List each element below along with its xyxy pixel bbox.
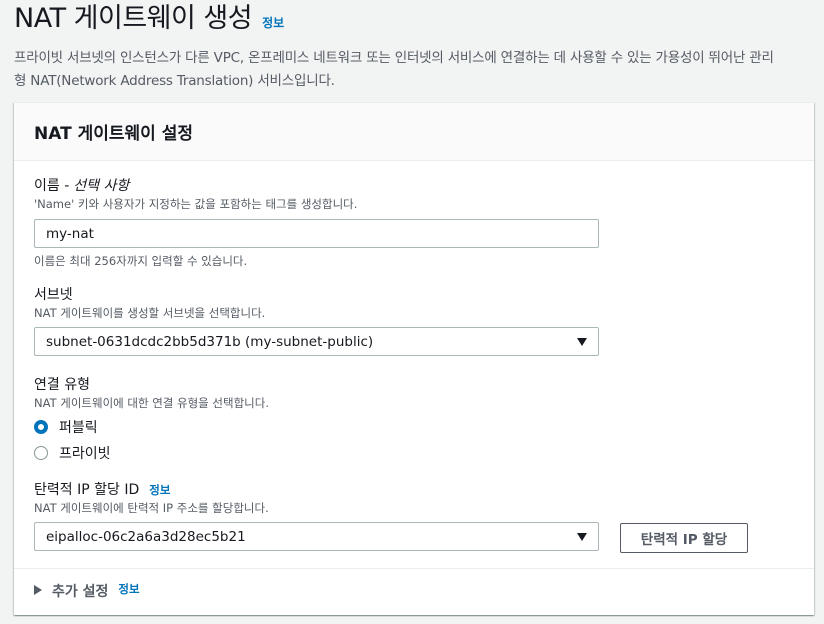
radio-option-public[interactable]: 퍼블릭 bbox=[34, 414, 269, 440]
page-description-line2: 형 NAT(Network Address Translation) 서비스입니… bbox=[14, 73, 335, 89]
name-field: 이름 - 선택 사항 'Name' 키와 사용자가 지정하는 값을 포함하는 태… bbox=[34, 176, 599, 269]
eip-description: NAT 게이트웨이에 탄력적 IP 주소를 할당합니다. bbox=[34, 501, 269, 515]
name-description: 'Name' 키와 사용자가 지정하는 값을 포함하는 태그를 생성합니다. bbox=[34, 197, 358, 211]
divider bbox=[14, 568, 814, 569]
panel-header: NAT 게이트웨이 설정 bbox=[14, 103, 814, 161]
name-hint: 이름은 최대 256자까지 입력할 수 있습니다. bbox=[34, 254, 248, 268]
additional-settings-label: 추가 설정 bbox=[52, 584, 109, 600]
name-optional-text: 선택 사항 bbox=[73, 178, 130, 194]
subnet-label: 서브넷 bbox=[34, 287, 73, 303]
name-label-text: 이름 - bbox=[34, 178, 70, 194]
subnet-description: NAT 게이트웨이를 생성할 서브넷을 선택합니다. bbox=[34, 306, 266, 320]
radio-option-private-label: 프라이빗 bbox=[59, 446, 111, 462]
eip-info-link[interactable]: 정보 bbox=[149, 480, 170, 500]
additional-settings-expander[interactable]: 추가 설정 정보 bbox=[34, 577, 140, 607]
title-row: NAT 게이트웨이 생성 정보 bbox=[14, 0, 814, 38]
radio-selected-icon[interactable] bbox=[34, 420, 48, 434]
subnet-field: 서브넷 NAT 게이트웨이를 생성할 서브넷을 선택합니다. subnet-06… bbox=[34, 285, 599, 356]
caret-right-icon bbox=[34, 585, 42, 595]
eip-field: 탄력적 IP 할당 ID 정보 NAT 게이트웨이에 탄력적 IP 주소를 할당… bbox=[34, 480, 599, 551]
name-label: 이름 - 선택 사항 bbox=[34, 176, 599, 196]
eip-select[interactable]: eipalloc-06c2a6a3d28ec5b21 bbox=[34, 522, 599, 551]
radio-option-private[interactable]: 프라이빗 bbox=[34, 440, 269, 466]
eip-label: 탄력적 IP 할당 ID 정보 bbox=[34, 480, 599, 500]
page-description-line1: 프라이빗 서브넷의 인스턴스가 다른 VPC, 온프레미스 네트워크 또는 인터… bbox=[14, 50, 774, 66]
radio-unselected-icon[interactable] bbox=[34, 446, 48, 460]
name-input[interactable]: my-nat bbox=[34, 219, 599, 248]
connectivity-label: 연결 유형 bbox=[34, 377, 90, 393]
additional-settings-info-link[interactable]: 정보 bbox=[118, 574, 139, 604]
caret-down-icon bbox=[577, 532, 587, 541]
panel-title: NAT 게이트웨이 설정 bbox=[34, 124, 193, 144]
subnet-select-value: subnet-0631dcdc2bb5d371b (my-subnet-publ… bbox=[46, 333, 374, 350]
connectivity-radio-group: 퍼블릭 프라이빗 bbox=[34, 414, 269, 466]
eip-label-text: 탄력적 IP 할당 ID bbox=[34, 482, 140, 498]
connectivity-description: NAT 게이트웨이에 대한 연결 유형을 선택합니다. bbox=[34, 396, 269, 410]
page-description: 프라이빗 서브넷의 인스턴스가 다른 VPC, 온프레미스 네트워크 또는 인터… bbox=[14, 47, 814, 93]
eip-select-value: eipalloc-06c2a6a3d28ec5b21 bbox=[46, 528, 246, 545]
allocate-elastic-ip-button[interactable]: 탄력적 IP 할당 bbox=[620, 523, 748, 553]
radio-option-public-label: 퍼블릭 bbox=[59, 420, 98, 436]
page-header: NAT 게이트웨이 생성 정보 프라이빗 서브넷의 인스턴스가 다른 VPC, … bbox=[14, 0, 814, 93]
connectivity-field: 연결 유형 NAT 게이트웨이에 대한 연결 유형을 선택합니다. 퍼블릭 프라… bbox=[34, 375, 269, 466]
caret-down-icon bbox=[577, 337, 587, 346]
nat-gateway-settings-panel: NAT 게이트웨이 설정 이름 - 선택 사항 'Name' 키와 사용자가 지… bbox=[14, 102, 814, 615]
subnet-select[interactable]: subnet-0631dcdc2bb5d371b (my-subnet-publ… bbox=[34, 327, 599, 356]
page-info-link[interactable]: 정보 bbox=[262, 14, 284, 31]
page-title: NAT 게이트웨이 생성 bbox=[14, 3, 253, 34]
